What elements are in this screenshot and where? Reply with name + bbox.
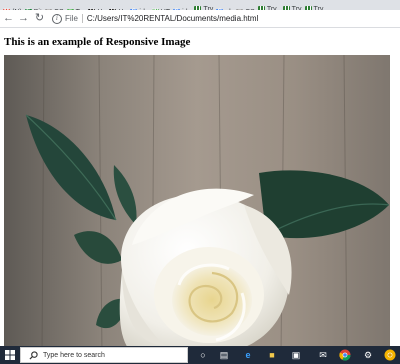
chrome-icon[interactable] (339, 349, 351, 361)
page-content: This is an example of Responsive Image (0, 28, 400, 346)
taskbar-search-input[interactable]: Type here to search (20, 347, 188, 363)
url-separator (81, 14, 83, 24)
navigation-bar: ← → ↻ i File C:/Users/IT%20RENTAL/Document… (0, 10, 400, 28)
search-icon (29, 351, 38, 360)
address-bar[interactable]: i File C:/Users/IT%20RENTAL/Documents/medi… (52, 12, 397, 25)
bookmarks-bar: M(N)EBit■CS■TryHHoHHoGideWHTGideTryGab■C… (0, 0, 400, 10)
reload-icon[interactable]: ↻ (33, 12, 46, 25)
mail-icon[interactable]: ✉ (317, 349, 329, 361)
forward-icon[interactable]: → (17, 12, 30, 25)
task-view-icon[interactable]: ▤ (218, 349, 230, 361)
page-heading: This is an example of Responsive Image (4, 36, 191, 48)
file-explorer-icon[interactable]: ■ (266, 349, 278, 361)
windows-start-icon[interactable] (5, 350, 15, 360)
url-text[interactable]: C:/Users/IT%20RENTAL/Documents/media.htm… (87, 14, 258, 23)
url-scheme: File (65, 14, 78, 23)
chrome-canary-icon[interactable] (384, 349, 396, 361)
settings-icon[interactable]: ⚙ (362, 349, 374, 361)
store-icon[interactable]: ▣ (290, 349, 302, 361)
search-placeholder: Type here to search (43, 352, 105, 359)
info-icon[interactable]: i (52, 13, 62, 24)
white-rose-photo (4, 54, 390, 346)
cortana-icon[interactable]: ○ (197, 349, 209, 361)
back-icon[interactable]: ← (2, 12, 15, 25)
taskbar: Type here to search ○ ▤ e ■ ▣ ✉ ⚙ (0, 346, 400, 364)
responsive-image (4, 54, 390, 346)
edge-icon[interactable]: e (242, 349, 254, 361)
